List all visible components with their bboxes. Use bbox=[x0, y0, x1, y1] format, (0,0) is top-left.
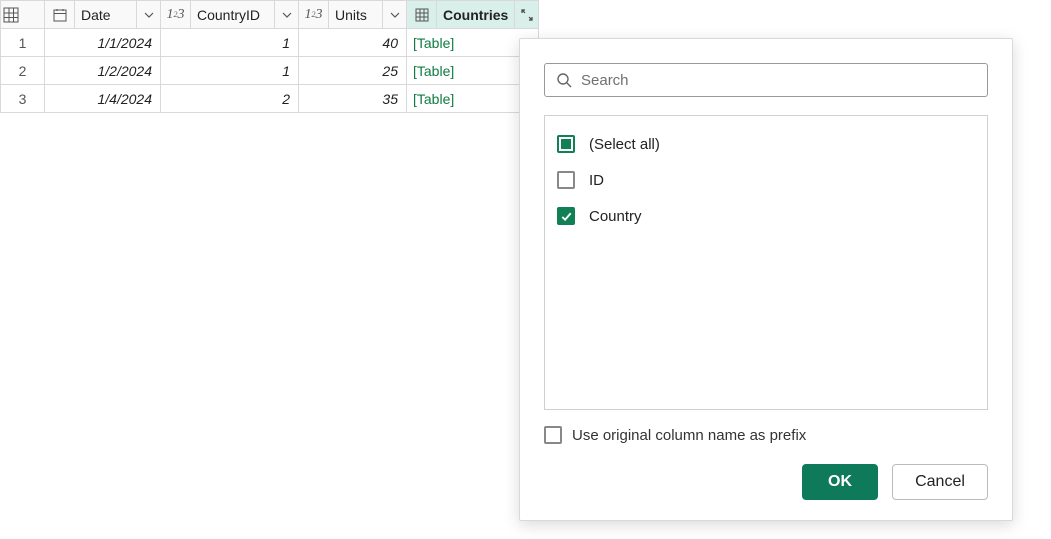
column-list: (Select all) ID Country bbox=[544, 115, 988, 410]
checkbox-checked-icon[interactable] bbox=[557, 207, 575, 225]
filter-button-units[interactable] bbox=[382, 1, 406, 28]
select-all-label: (Select all) bbox=[589, 136, 660, 153]
table-icon bbox=[2, 6, 20, 24]
table-icon bbox=[414, 7, 430, 23]
col-name-units: Units bbox=[329, 7, 382, 23]
col-header-date[interactable]: Date bbox=[45, 1, 161, 29]
row-number: 2 bbox=[1, 57, 45, 85]
ok-button[interactable]: OK bbox=[802, 464, 878, 500]
cell-date[interactable]: 1/2/2024 bbox=[45, 57, 161, 85]
column-item-id[interactable]: ID bbox=[557, 162, 975, 198]
table-row[interactable]: 3 1/4/2024 2 35 [Table] bbox=[1, 85, 539, 113]
column-item-label: Country bbox=[589, 208, 642, 225]
date-type-icon[interactable] bbox=[45, 1, 75, 28]
col-header-units[interactable]: 123 Units bbox=[299, 1, 407, 29]
grid-corner[interactable] bbox=[1, 1, 45, 29]
col-name-countryid: CountryID bbox=[191, 7, 274, 23]
cell-countryid[interactable]: 1 bbox=[161, 57, 299, 85]
cell-countryid[interactable]: 2 bbox=[161, 85, 299, 113]
col-header-countries[interactable]: Countries bbox=[407, 1, 539, 29]
number-type-icon[interactable]: 123 bbox=[161, 1, 191, 28]
col-name-date: Date bbox=[75, 7, 136, 23]
table-type-icon[interactable] bbox=[407, 1, 437, 28]
checkbox-unchecked-icon[interactable] bbox=[544, 426, 562, 444]
table-row[interactable]: 2 1/2/2024 1 25 [Table] bbox=[1, 57, 539, 85]
calendar-icon bbox=[52, 7, 68, 23]
checkbox-indeterminate-icon[interactable] bbox=[557, 135, 575, 153]
expand-button-countries[interactable] bbox=[514, 1, 538, 28]
search-input[interactable] bbox=[544, 63, 988, 97]
chevron-down-icon bbox=[282, 10, 292, 20]
table-row[interactable]: 1 1/1/2024 1 40 [Table] bbox=[1, 29, 539, 57]
cell-date[interactable]: 1/1/2024 bbox=[45, 29, 161, 57]
cell-units[interactable]: 25 bbox=[299, 57, 407, 85]
column-item-label: ID bbox=[589, 172, 604, 189]
filter-button-countryid[interactable] bbox=[274, 1, 298, 28]
col-name-countries: Countries bbox=[437, 7, 514, 23]
checkbox-unchecked-icon[interactable] bbox=[557, 171, 575, 189]
col-header-countryid[interactable]: 123 CountryID bbox=[161, 1, 299, 29]
cell-countryid[interactable]: 1 bbox=[161, 29, 299, 57]
column-item-country[interactable]: Country bbox=[557, 198, 975, 234]
chevron-down-icon bbox=[144, 10, 154, 20]
expand-column-popup: (Select all) ID Country Use original col… bbox=[519, 38, 1013, 521]
select-all-item[interactable]: (Select all) bbox=[557, 126, 975, 162]
data-grid: Date 123 CountryID 123 U bbox=[0, 0, 539, 113]
filter-button-date[interactable] bbox=[136, 1, 160, 28]
cancel-button[interactable]: Cancel bbox=[892, 464, 988, 500]
cell-date[interactable]: 1/4/2024 bbox=[45, 85, 161, 113]
number-type-icon[interactable]: 123 bbox=[299, 1, 329, 28]
expand-icon bbox=[520, 8, 534, 22]
row-number: 3 bbox=[1, 85, 45, 113]
chevron-down-icon bbox=[390, 10, 400, 20]
prefix-option[interactable]: Use original column name as prefix bbox=[544, 426, 988, 444]
prefix-label: Use original column name as prefix bbox=[572, 427, 806, 444]
cell-units[interactable]: 40 bbox=[299, 29, 407, 57]
check-icon bbox=[560, 210, 573, 223]
cell-units[interactable]: 35 bbox=[299, 85, 407, 113]
row-number: 1 bbox=[1, 29, 45, 57]
